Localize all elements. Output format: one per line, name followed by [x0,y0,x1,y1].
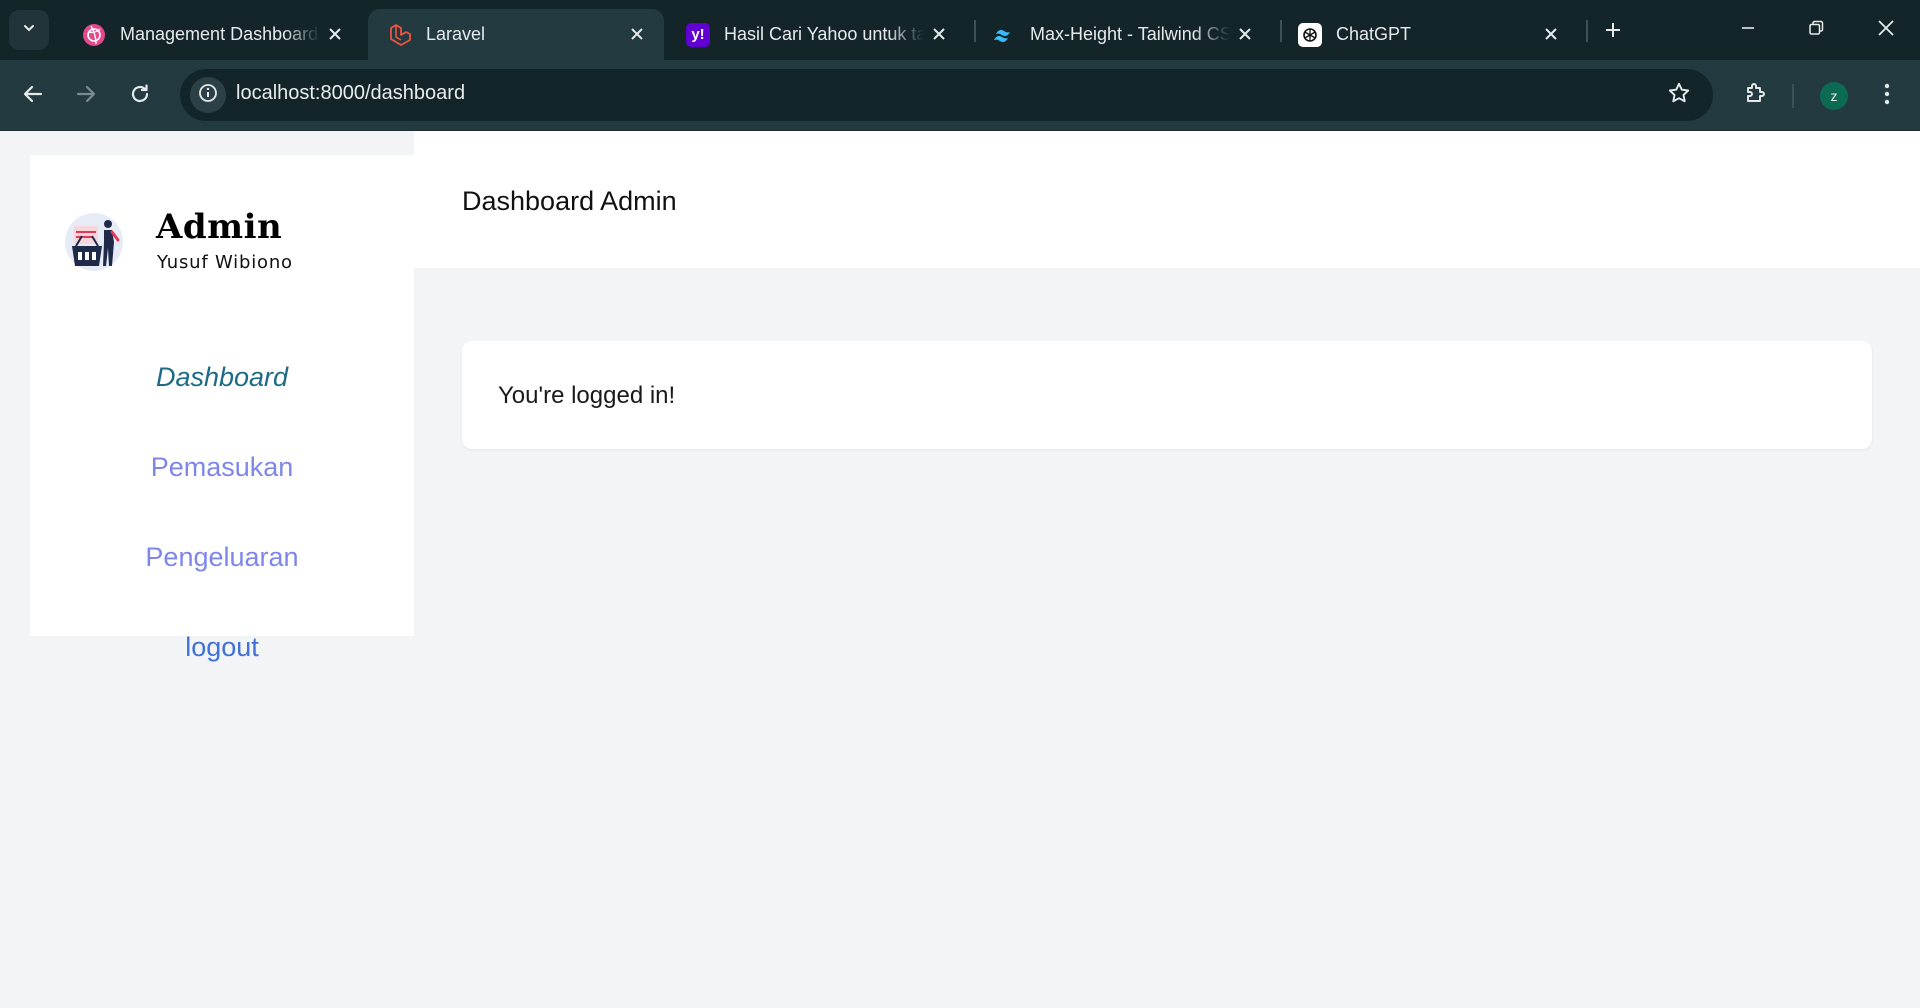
sidebar-title: Admin [156,207,283,247]
arrow-right-icon [75,83,97,110]
minimize-button[interactable] [1728,12,1768,48]
tab-title: Max-Height - Tailwind CSS [1030,24,1230,44]
laravel-icon [388,23,412,47]
yahoo-icon: y! [686,22,710,47]
admin-logo-icon [64,210,128,274]
tab-tailwind-max-height[interactable]: Max-Height - Tailwind CSS [972,9,1272,60]
close-icon [1877,19,1895,42]
plus-icon [1604,21,1622,44]
dribbble-icon [82,23,106,47]
close-icon[interactable] [324,23,346,45]
sidebar-item-dashboard[interactable]: Dashboard [30,362,414,393]
sidebar-subtitle: Yusuf Wibiono [157,252,293,273]
forward-button[interactable] [67,77,105,115]
new-tab-button[interactable] [1597,16,1629,48]
tab-strip: Management Dashboard Laravel y! Hasil Ca… [0,0,1920,60]
sidebar-item-pemasukan[interactable]: Pemasukan [30,452,414,483]
restore-icon [1808,20,1824,41]
reload-button[interactable] [121,77,159,115]
star-icon [1667,81,1691,110]
chevron-down-icon [21,20,37,41]
toolbar-separator [1792,84,1794,108]
browser-menu-button[interactable] [1868,77,1906,115]
close-icon[interactable] [928,23,950,45]
page-title: Dashboard Admin [462,186,677,216]
site-info-button[interactable] [190,77,226,113]
minimize-icon [1740,20,1756,41]
info-icon [198,83,218,108]
tab-title: Hasil Cari Yahoo untuk ta [724,24,924,44]
bookmark-button[interactable] [1665,81,1693,109]
close-icon[interactable] [1540,23,1562,45]
tab-title: ChatGPT [1336,24,1412,44]
page-content: Admin Yusuf Wibiono Dashboard Pemasukan … [0,131,1920,1008]
tab-yahoo-search[interactable]: y! Hasil Cari Yahoo untuk ta [666,9,966,60]
restore-button[interactable] [1796,12,1836,48]
url-text: localhost:8000/dashboard [236,82,466,104]
back-button[interactable] [14,77,52,115]
tab-search-button[interactable] [9,10,49,50]
page-header: Dashboard Admin [414,131,1920,268]
reload-icon [129,83,151,110]
puzzle-icon [1743,81,1767,110]
address-bar[interactable]: localhost:8000/dashboard [180,69,1713,121]
tab-management-dashboard[interactable]: Management Dashboard [62,9,362,60]
browser-toolbar: localhost:8000/dashboard z [0,60,1920,131]
profile-avatar[interactable]: z [1820,82,1848,110]
tab-laravel[interactable]: Laravel [368,9,664,60]
arrow-left-icon [22,83,44,110]
sidebar-item-pengeluaran[interactable]: Pengeluaran [30,542,414,573]
tab-separator [1586,20,1588,42]
status-message: You're logged in! [498,382,676,409]
sidebar: Admin Yusuf Wibiono Dashboard Pemasukan … [30,155,414,662]
extensions-button[interactable] [1736,76,1774,114]
tab-chatgpt[interactable]: ChatGPT [1278,9,1578,60]
sidebar-item-logout[interactable]: logout [30,632,414,663]
close-icon[interactable] [626,23,648,45]
close-window-button[interactable] [1866,12,1906,48]
chatgpt-icon [1298,22,1322,47]
status-card: You're logged in! [462,341,1872,449]
close-icon[interactable] [1234,23,1256,45]
tab-title: Laravel [426,24,486,44]
tab-title: Management Dashboard [120,24,319,44]
more-vertical-icon [1884,83,1890,110]
tailwind-icon [992,23,1016,47]
